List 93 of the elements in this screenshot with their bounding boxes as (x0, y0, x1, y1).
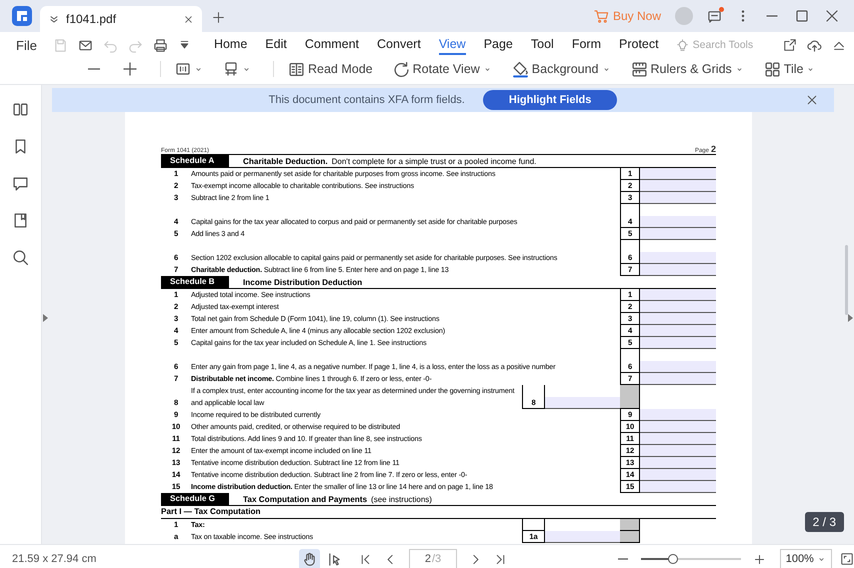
amount-field[interactable] (640, 228, 716, 240)
amount-field[interactable] (640, 192, 716, 204)
toolbar-button[interactable]: Rotate View (386, 58, 498, 80)
schedule-title: Charitable Deduction. (243, 156, 328, 166)
lightbulb-icon (676, 38, 689, 52)
maximize-icon[interactable] (794, 8, 810, 24)
menu-tab[interactable]: Tool (530, 36, 554, 54)
highlight-fields-button[interactable]: Highlight Fields (482, 90, 618, 110)
zoom-dropdown[interactable]: 100% (780, 549, 832, 568)
expand-handle-icon[interactable] (43, 314, 48, 322)
schedule-title: Income Distribution Deduction (243, 278, 362, 286)
actual-size-icon (175, 61, 191, 77)
amount-field[interactable] (640, 325, 716, 337)
zoom-in-icon[interactable] (753, 552, 766, 566)
document-tab[interactable]: f1041.pdf (40, 6, 202, 32)
share-icon[interactable] (783, 38, 797, 52)
amount-field[interactable] (640, 409, 716, 421)
page-display-icon (223, 61, 239, 77)
close-icon[interactable] (806, 94, 818, 106)
box-cell (522, 519, 545, 531)
amount-field[interactable] (640, 168, 716, 180)
file-menu[interactable]: File (16, 38, 37, 52)
page-icon[interactable] (12, 212, 29, 229)
cloud-upload-icon[interactable] (807, 38, 822, 52)
last-page-icon[interactable] (494, 552, 507, 566)
amount-field[interactable] (640, 337, 716, 349)
tile-grid-icon (764, 60, 781, 78)
menu-tab[interactable]: Comment (304, 36, 360, 54)
app-logo-icon[interactable] (12, 6, 32, 26)
first-page-icon[interactable] (359, 552, 372, 566)
tab-title: f1041.pdf (66, 12, 118, 26)
toolbar-button[interactable]: Background (506, 58, 617, 80)
toolbar-button[interactable]: Read Mode (282, 58, 379, 80)
schedule-label: Schedule B (161, 276, 229, 288)
amount-field[interactable] (640, 301, 716, 313)
page-number-field[interactable]: 2/3 (409, 549, 457, 568)
schedule-label: Schedule G (161, 493, 229, 505)
cart-icon (594, 8, 609, 24)
amount-field[interactable] (545, 531, 620, 543)
menu-tab[interactable]: View (438, 36, 466, 54)
amount-field[interactable] (640, 373, 716, 385)
expand-handle-icon[interactable] (848, 314, 853, 322)
paint-bucket-icon (512, 60, 529, 78)
menu-tab[interactable]: Convert (377, 36, 421, 54)
toolbar-button[interactable]: Tile (758, 58, 822, 80)
amount-field[interactable] (640, 180, 716, 192)
page-dimensions: 21.59 x 27.94 cm (12, 553, 98, 565)
banner-message: This document contains XFA form fields. (268, 94, 465, 106)
amount-field[interactable] (640, 289, 716, 301)
amount-field[interactable] (640, 433, 716, 445)
minus-icon (86, 68, 102, 70)
book-icon (288, 60, 305, 78)
shaded-cell (620, 519, 640, 531)
amount-field[interactable] (640, 264, 716, 276)
hand-tool-button[interactable] (299, 548, 320, 568)
fit-screen-icon[interactable] (840, 552, 854, 566)
shaded-cell (620, 385, 640, 409)
message-icon[interactable] (707, 8, 722, 24)
schedule-title: Tax Computation and Payments (243, 494, 368, 504)
mail-icon[interactable] (78, 38, 93, 52)
comment-icon[interactable] (12, 175, 29, 192)
close-icon[interactable] (183, 14, 194, 24)
amount-field[interactable] (640, 457, 716, 469)
amount-field[interactable] (640, 481, 716, 493)
part-heading: Part I — Tax Computation (161, 506, 716, 519)
scrollbar-thumb[interactable] (845, 245, 848, 315)
close-icon[interactable] (824, 8, 840, 24)
amount-field[interactable] (640, 313, 716, 325)
select-cursor-icon (327, 552, 342, 566)
amount-field[interactable] (640, 445, 716, 457)
ruler-icon (630, 60, 648, 78)
print-icon[interactable] (152, 38, 168, 52)
schedule-note: (see instructions) (371, 494, 432, 504)
menu-tab[interactable]: Home (214, 36, 248, 54)
hand-icon (302, 552, 317, 566)
amount-field[interactable] (640, 421, 716, 433)
shaded-cell (620, 531, 640, 543)
rotate-icon (392, 60, 410, 78)
schedule-note: Don't complete for a simple trust or a pooled income fund. (332, 156, 536, 166)
page-number: 2 (710, 144, 716, 154)
notification-dot (719, 6, 724, 12)
menu-tab[interactable]: Protect (619, 36, 659, 54)
menu-tab[interactable]: Edit (265, 36, 287, 54)
menu-tab[interactable]: Form (572, 36, 601, 54)
schedule-label: Schedule A (161, 155, 229, 167)
toolbar-button[interactable]: Rulers & Grids (624, 58, 750, 80)
menu-tab[interactable]: Page (484, 36, 513, 54)
panels-icon[interactable] (12, 101, 29, 118)
add-tab-icon[interactable] (212, 11, 225, 24)
search-icon[interactable] (12, 249, 29, 266)
amount-field[interactable] (640, 469, 716, 481)
plus-icon (122, 61, 138, 77)
page-indicator: 2 / 3 (804, 512, 844, 532)
